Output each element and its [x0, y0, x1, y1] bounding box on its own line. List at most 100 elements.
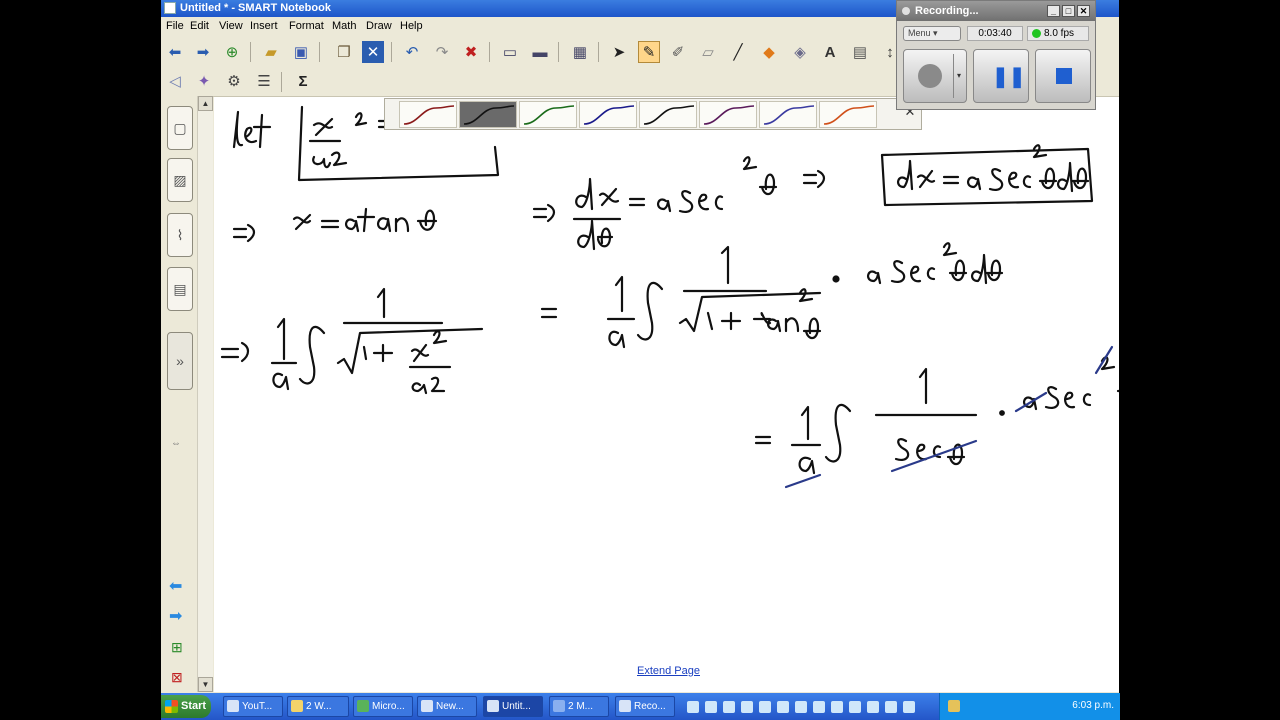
pen-icon[interactable]: ✎ — [638, 41, 660, 63]
sidebar-back-icon[interactable]: ⬅ — [169, 576, 182, 596]
undo-icon[interactable]: ↶ — [401, 41, 423, 63]
forward-arrow-icon[interactable]: ➡ — [192, 41, 214, 63]
sidebar-delete-page-icon[interactable]: ⊠ — [171, 669, 183, 686]
table-icon[interactable]: ▦ — [569, 41, 591, 63]
display-icon[interactable]: ▬ — [529, 41, 551, 63]
quicklaunch-icon[interactable] — [687, 701, 699, 713]
fonts-icon[interactable]: ▤ — [849, 41, 871, 63]
extend-page-link[interactable]: Extend Page — [637, 665, 700, 677]
redo-icon[interactable]: ↷ — [431, 41, 453, 63]
handwritten-math — [220, 105, 1119, 489]
menu-view[interactable]: View — [219, 20, 243, 32]
sidebar-forward-icon[interactable]: ➡ — [169, 606, 182, 626]
maximize-button[interactable]: □ — [1062, 5, 1075, 17]
whiteboard-canvas[interactable]: Extend Page — [214, 97, 1119, 692]
attachments-tab[interactable]: ⌇ — [167, 213, 193, 257]
quicklaunch-icon[interactable] — [705, 701, 717, 713]
close-button[interactable]: ✕ — [1077, 5, 1090, 17]
menu-help[interactable]: Help — [400, 20, 423, 32]
chrome-icon — [227, 700, 239, 712]
properties-tab[interactable]: ▤ — [167, 267, 193, 311]
select-pointer-icon[interactable]: ➤ — [608, 41, 630, 63]
text-icon[interactable]: A — [819, 41, 841, 63]
magic-pen-icon[interactable]: ✦ — [193, 70, 215, 92]
task-youtube[interactable]: YouT... — [223, 696, 283, 717]
task-explorer[interactable]: 2 W... — [287, 696, 349, 717]
menu-format[interactable]: Format — [289, 20, 324, 32]
pen-swatch[interactable] — [759, 101, 817, 128]
scroll-up-button[interactable]: ▲ — [198, 96, 213, 111]
save-icon[interactable]: ▣ — [290, 41, 312, 63]
task-new[interactable]: New... — [417, 696, 477, 717]
dot-2 — [999, 410, 1005, 416]
menu-math[interactable]: Math — [332, 20, 356, 32]
menu-insert[interactable]: Insert — [250, 20, 278, 32]
pen-swatch[interactable] — [819, 101, 877, 128]
paste-icon[interactable]: ❐ — [333, 41, 355, 63]
pen-stroke-icon — [823, 105, 875, 125]
creative-pen-icon[interactable]: ✐ — [667, 41, 689, 63]
menu-draw[interactable]: Draw — [366, 20, 392, 32]
record-button[interactable]: ▾ — [903, 49, 967, 103]
stop-button[interactable] — [1035, 49, 1091, 103]
quicklaunch-icon[interactable] — [831, 701, 843, 713]
quicklaunch-icon[interactable] — [723, 701, 735, 713]
quicklaunch-icon[interactable] — [777, 701, 789, 713]
page-sorter-icon: ▢ — [173, 119, 187, 136]
properties-icon[interactable]: ☰ — [253, 70, 275, 92]
menu-file[interactable]: File — [166, 20, 184, 32]
eraser-icon[interactable]: ▱ — [697, 41, 719, 63]
record-options-icon[interactable]: ▾ — [953, 54, 964, 98]
previous-icon[interactable]: ◁ — [164, 70, 186, 92]
expand-sidebar-tab[interactable]: » — [167, 332, 193, 390]
frac-x2-over-a2 — [308, 112, 368, 169]
quicklaunch-icon[interactable] — [867, 701, 879, 713]
quicklaunch-icon[interactable] — [885, 701, 897, 713]
pen-swatch[interactable] — [699, 101, 757, 128]
line-icon[interactable]: ╱ — [727, 41, 749, 63]
quicklaunch-icon[interactable] — [903, 701, 915, 713]
open-folder-icon[interactable]: ▰ — [260, 41, 282, 63]
task-recorder[interactable]: Reco... — [615, 696, 675, 717]
pen-swatch[interactable] — [639, 101, 697, 128]
quicklaunch-icon[interactable] — [813, 701, 825, 713]
vertical-scrollbar[interactable]: ▲ ▼ — [197, 96, 213, 692]
gallery-tab[interactable]: ▨ — [167, 158, 193, 202]
quicklaunch-icon[interactable] — [849, 701, 861, 713]
sidebar-add-page-icon[interactable]: ⊞ — [171, 639, 183, 656]
menu-edit[interactable]: Edit — [190, 20, 209, 32]
shape-recognition-icon[interactable]: ⚙ — [223, 70, 245, 92]
quicklaunch-icon[interactable] — [759, 701, 771, 713]
back-arrow-icon[interactable]: ⬅ — [164, 41, 186, 63]
delete-x-icon[interactable]: ✖ — [460, 41, 482, 63]
task-label: 2 W... — [306, 701, 332, 712]
quicklaunch-icon[interactable] — [741, 701, 753, 713]
pen-swatch[interactable] — [399, 101, 457, 128]
delete-icon[interactable]: ✕ — [362, 41, 384, 63]
swap-sides-icon[interactable]: ⇔ — [171, 438, 181, 449]
shield-icon[interactable] — [948, 700, 960, 712]
scroll-down-button[interactable]: ▼ — [198, 677, 213, 692]
task-word[interactable]: 2 M... — [549, 696, 609, 717]
dx-over-dtheta — [572, 177, 622, 251]
start-button[interactable]: Start — [161, 695, 211, 718]
folder-icon — [291, 700, 303, 712]
recorder-menu-dropdown[interactable]: Menu ▾ — [903, 26, 961, 41]
sigma-icon[interactable]: Σ — [292, 70, 314, 92]
numerator-3 — [874, 367, 978, 417]
excel-icon — [357, 700, 369, 712]
task-untitled[interactable]: Untit... — [483, 696, 543, 717]
page-sorter-tab[interactable]: ▢ — [167, 106, 193, 150]
pen-swatch[interactable] — [519, 101, 577, 128]
shapes-icon[interactable]: ◆ — [758, 41, 780, 63]
minimize-button[interactable]: _ — [1047, 5, 1060, 17]
clock[interactable]: 6:03 p.m. — [1072, 700, 1114, 711]
pause-button[interactable]: ❚❚ — [973, 49, 1029, 103]
quicklaunch-icon[interactable] — [795, 701, 807, 713]
add-page-icon[interactable]: ⊕ — [221, 41, 243, 63]
pen-swatch[interactable] — [579, 101, 637, 128]
task-excel[interactable]: Micro... — [353, 696, 413, 717]
screen-shade-icon[interactable]: ▭ — [499, 41, 521, 63]
fill-icon[interactable]: ◈ — [789, 41, 811, 63]
pen-swatch[interactable] — [459, 101, 517, 128]
